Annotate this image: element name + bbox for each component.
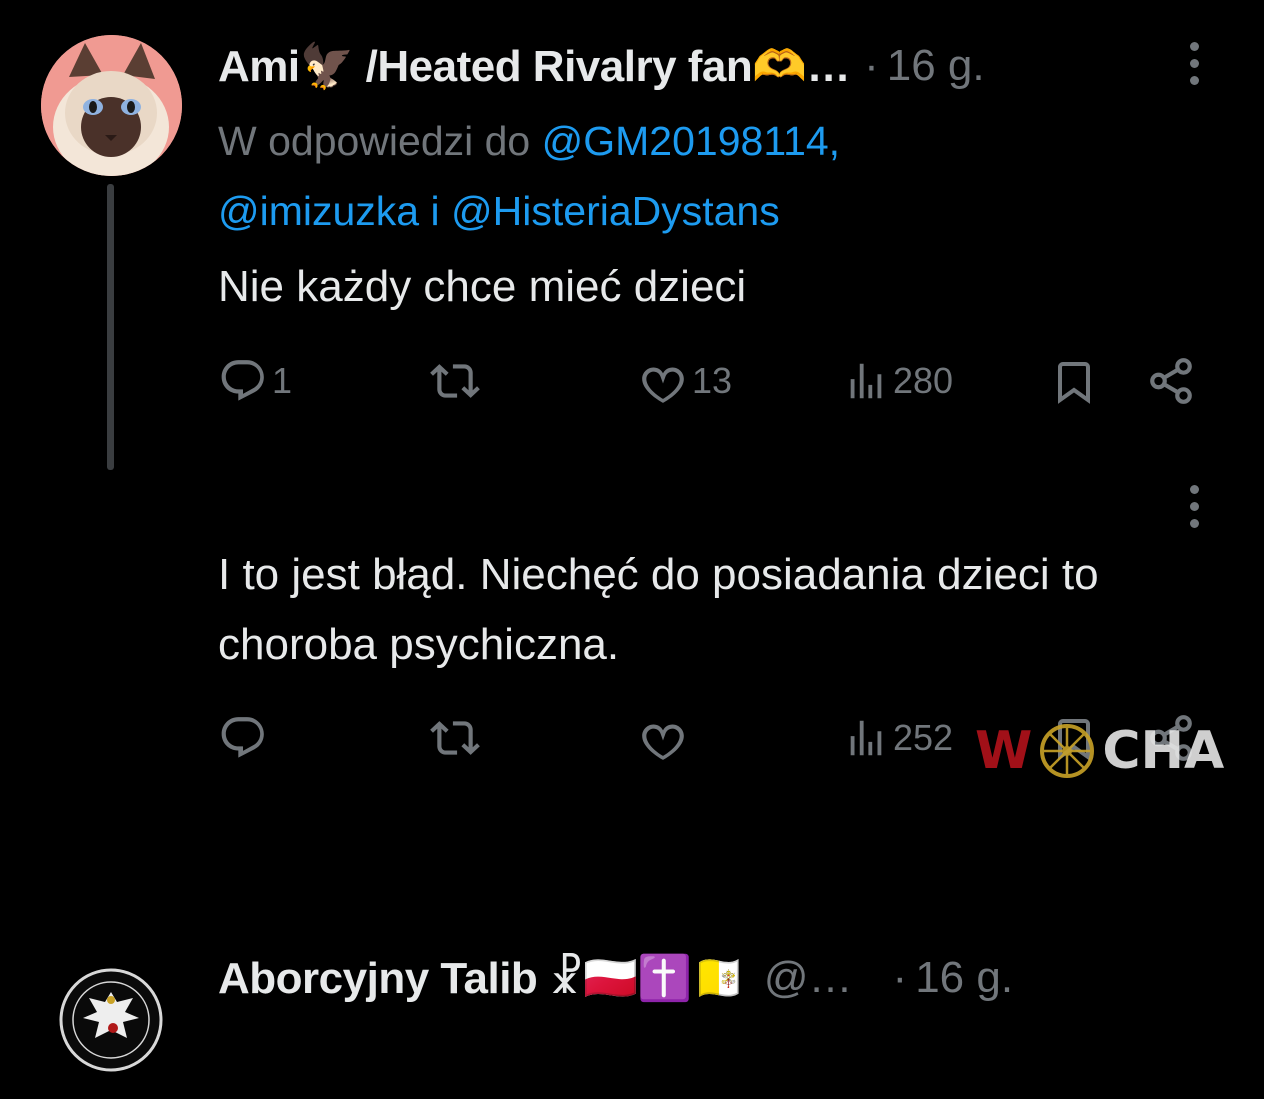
separator: · xyxy=(864,41,879,90)
repost-icon xyxy=(430,721,480,755)
tweet-header: Ami🦅 /Heated Rivalry fan🫶… · 16 g. xyxy=(218,36,985,96)
eagle-seal-icon xyxy=(59,968,163,1072)
share-icon xyxy=(1150,358,1192,404)
heart-icon xyxy=(642,724,684,760)
cat-avatar-icon xyxy=(41,35,182,176)
display-name[interactable]: Aborcyjny Talib ☧🇵🇱✝️🇻🇦 xyxy=(218,952,746,1004)
views-button[interactable]: 252 xyxy=(843,713,953,763)
more-icon[interactable] xyxy=(1188,42,1200,90)
watermark-w: W xyxy=(975,721,1033,781)
mention-link[interactable]: @imizuzka xyxy=(218,188,419,234)
avatar[interactable] xyxy=(41,35,182,176)
bookmark-icon xyxy=(1058,362,1090,404)
views-icon xyxy=(850,720,882,756)
display-name[interactable]: Ami🦅 /Heated Rivalry fan🫶… xyxy=(218,40,851,92)
watermark-logo: W CHA xyxy=(975,720,1224,782)
repost-button[interactable] xyxy=(428,713,486,763)
watermark-text: CHA xyxy=(1102,721,1225,781)
thread-line xyxy=(107,184,114,470)
timestamp[interactable]: 16 g. xyxy=(915,953,1013,1003)
wheel-icon xyxy=(1040,724,1095,778)
mention-link[interactable]: @GM20198114, xyxy=(542,118,840,164)
reply-prefix: W odpowiedzi do xyxy=(218,118,531,164)
timestamp[interactable]: 16 g. xyxy=(887,41,985,91)
reply-button[interactable]: 1 xyxy=(218,356,292,406)
avatar[interactable] xyxy=(41,958,182,1099)
tweet-text: Nie każdy chce mieć dzieci xyxy=(218,262,747,311)
reply-joiner: i xyxy=(430,188,440,234)
bookmark-button[interactable] xyxy=(1050,356,1098,408)
like-button[interactable]: 13 xyxy=(638,356,732,406)
tweet-header: Aborcyjny Talib ☧🇵🇱✝️🇻🇦 @… · 16 g. xyxy=(218,948,1013,1008)
heart-icon xyxy=(642,367,684,403)
tweet[interactable]: Ami🦅 /Heated Rivalry fan🫶… · 16 g. W odp… xyxy=(0,0,1264,470)
tweet-text: I to jest błąd. Niechęć do posiadania dz… xyxy=(218,550,1099,669)
views-button[interactable]: 280 xyxy=(843,356,953,406)
repost-icon xyxy=(430,364,480,398)
reply-button[interactable] xyxy=(218,713,272,763)
more-icon[interactable] xyxy=(1188,485,1200,533)
like-button[interactable] xyxy=(638,713,692,763)
reply-icon xyxy=(221,360,264,401)
views-count: 252 xyxy=(893,717,954,758)
reply-icon xyxy=(221,717,264,758)
user-handle[interactable]: @… xyxy=(764,953,853,1003)
share-button[interactable] xyxy=(1146,356,1196,406)
mention-link[interactable]: @HisteriaDystans xyxy=(451,188,780,234)
views-icon xyxy=(850,363,882,399)
reply-context: W odpowiedzi do @GM20198114, @imizuzka i… xyxy=(218,106,1218,246)
views-count: 280 xyxy=(893,360,954,401)
separator: · xyxy=(892,953,908,1002)
repost-button[interactable] xyxy=(428,356,486,406)
reply-count: 1 xyxy=(272,360,293,401)
like-count: 13 xyxy=(692,360,733,401)
